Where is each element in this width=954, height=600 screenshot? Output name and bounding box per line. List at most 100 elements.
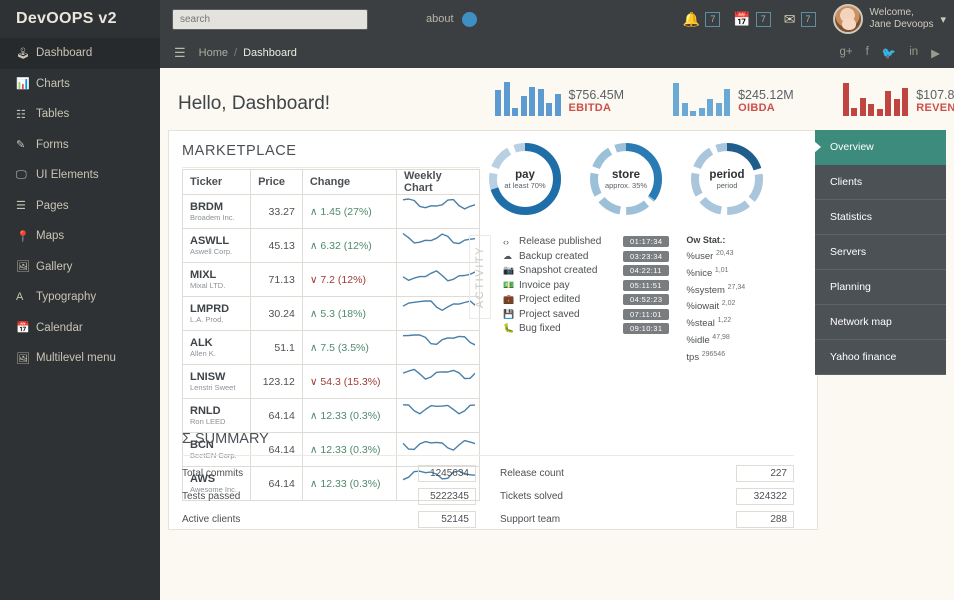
right-nav-label: Clients — [830, 176, 862, 188]
ticker-symbol: RNLD — [190, 405, 243, 417]
marketplace-divider — [182, 167, 480, 168]
table-row[interactable]: LMPRD L.A. Prod. 30.24 ∧ 5.3 (18%) — [183, 297, 480, 331]
sidebar-item-calendar[interactable]: 📅 Calendar — [0, 313, 160, 344]
right-nav-label: Overview — [830, 141, 874, 153]
sidebar-item-charts[interactable]: 📊 Charts — [0, 69, 160, 100]
user-greeting-block: Welcome, Jane Devoops — [870, 7, 934, 31]
table-row[interactable]: ASWLL Aswell Corp. 45.13 ∧ 6.32 (12%) — [183, 229, 480, 263]
change-value: 7.5 (3.5%) — [320, 342, 368, 354]
sidebar-item-typography[interactable]: A Typography — [0, 282, 160, 313]
search-input[interactable] — [172, 9, 368, 30]
table-row[interactable]: RNLD Ron LEED 64.14 ∧ 12.33 (0.3%) — [183, 399, 480, 433]
right-nav-item-planning[interactable]: Planning — [815, 270, 946, 305]
ticker-company: Mixal LTD. — [190, 281, 243, 290]
breadcrumb-home[interactable]: Home — [199, 47, 228, 59]
hamburger-icon[interactable]: ☰ — [174, 45, 186, 61]
about-container[interactable]: about — [426, 12, 477, 27]
app-logo[interactable]: DevOOPS v2 — [0, 0, 160, 38]
weekly-sparkline — [401, 365, 475, 395]
down-arrow-icon: ∨ — [310, 376, 318, 388]
right-nav-item-overview[interactable]: Overview — [815, 130, 946, 165]
stat-widget-ebitda[interactable]: $756.45M EBITDA — [495, 80, 624, 116]
summary-cell: Active clients 52145 — [182, 511, 476, 528]
activity-tag: ACTIVITY — [469, 235, 491, 319]
linkedin-icon[interactable]: in — [909, 46, 918, 60]
table-row[interactable]: BRDM Broadem Inc. 33.27 ∧ 1.45 (27%) — [183, 195, 480, 229]
activity-item[interactable]: 💵 Invoice pay 05:11:51 — [503, 279, 669, 293]
gauge-pay[interactable]: pay at least 70% — [487, 141, 563, 217]
activity-item[interactable]: 💾 Project saved 07:11:01 — [503, 308, 669, 322]
chevron-down-icon[interactable]: ▾ — [940, 13, 946, 26]
sidebar-item-label: Tables — [36, 108, 69, 120]
stat-value: $756.45M — [569, 88, 625, 102]
cell-weekly-chart — [397, 365, 480, 399]
sidebar-item-multilevel-menu[interactable]: 🖼 Multilevel menu — [0, 343, 160, 374]
sidebar-item-tables[interactable]: ☷ Tables — [0, 99, 160, 130]
stat-widget-revenue[interactable]: $107.83M REVENUE — [843, 80, 954, 116]
weekly-sparkline — [401, 229, 475, 259]
right-nav-item-network-map[interactable]: Network map — [815, 305, 946, 340]
sidebar-item-gallery[interactable]: 🖼 Gallery — [0, 252, 160, 283]
column-header[interactable]: Change — [302, 170, 396, 195]
activity-timestamp: 05:11:51 — [623, 280, 669, 291]
ticker-symbol: MIXL — [190, 269, 243, 281]
ow-stat-value: 296546 — [702, 351, 725, 358]
summary-label: Tests passed — [182, 491, 240, 502]
gauge-period[interactable]: period period — [689, 141, 765, 217]
ow-stat-value: 27,34 — [728, 284, 746, 291]
column-header[interactable]: Weekly Chart — [397, 170, 480, 195]
change-value: 54.3 (15.3%) — [320, 376, 380, 388]
user-greeting: Welcome, — [870, 7, 934, 19]
right-nav-item-servers[interactable]: Servers — [815, 235, 946, 270]
right-nav-item-yahoo-finance[interactable]: Yahoo finance — [815, 340, 946, 375]
sidebar-item-dashboard[interactable]: 🕹 Dashboard — [0, 38, 160, 69]
top-bar: DevOOPS v2 about 🔔 7 📅 7 ✉ 7 Welcome, Ja… — [0, 0, 954, 38]
summary-label: Support team — [500, 514, 560, 525]
user-menu[interactable]: Welcome, Jane Devoops ▾ — [833, 4, 946, 34]
cell-weekly-chart — [397, 297, 480, 331]
right-nav-item-statistics[interactable]: Statistics — [815, 200, 946, 235]
column-header[interactable]: Ticker — [183, 170, 251, 195]
camera-icon: 📷 — [503, 265, 519, 276]
column-header[interactable]: Price — [251, 170, 303, 195]
stat-widget-oibda[interactable]: $245.12M OIBDA — [673, 80, 794, 116]
cell-price: 33.27 — [251, 195, 303, 229]
activity-item[interactable]: ‹› Release published 01:17:34 — [503, 235, 669, 249]
summary-divider — [182, 455, 794, 456]
down-arrow-icon: ∨ — [310, 274, 318, 286]
activity-item[interactable]: ☁ Backup created 03:23:34 — [503, 250, 669, 264]
cell-ticker: LMPRD L.A. Prod. — [183, 297, 251, 331]
about-link[interactable]: about — [426, 13, 454, 25]
activity-label: Project saved — [519, 309, 623, 320]
sidebar-item-ui-elements[interactable]: 🖵 UI Elements — [0, 160, 160, 191]
sidebar-item-pages[interactable]: ☰ Pages — [0, 191, 160, 222]
ow-stat-rows: %user 20,43 %nice 1,01 %system 27,34 %io… — [686, 247, 745, 364]
table-row[interactable]: MIXL Mixal LTD. 71.13 ∨ 7.2 (12%) — [183, 263, 480, 297]
activity-item[interactable]: 🐛 Bug fixed 09:10:31 — [503, 322, 669, 336]
table-row[interactable]: LNISW Lenstri Sweet 123.12 ∨ 54.3 (15.3%… — [183, 365, 480, 399]
youtube-icon[interactable]: ▶ — [931, 46, 940, 60]
cell-change: ∨ 7.2 (12%) — [302, 263, 396, 297]
google-plus-icon[interactable]: g+ — [840, 46, 853, 60]
gauge-store[interactable]: store approx. 35% — [588, 141, 664, 217]
sidebar-icon-5: ☰ — [16, 199, 36, 212]
twitter-icon[interactable]: 🐦 — [882, 46, 896, 60]
activity-item[interactable]: 📷 Snapshot created 04:22:11 — [503, 264, 669, 278]
sidebar-item-forms[interactable]: ✎ Forms — [0, 130, 160, 161]
activity-label: Release published — [519, 236, 623, 247]
sidebar-item-label: Forms — [36, 139, 69, 151]
notifications-button[interactable]: 🔔 7 — [683, 12, 720, 27]
marketplace-table: TickerPriceChangeWeekly Chart BRDM Broad… — [182, 169, 480, 501]
calendar-button[interactable]: 📅 7 — [733, 12, 770, 27]
change-value: 6.32 (12%) — [320, 240, 371, 252]
up-arrow-icon: ∧ — [310, 444, 318, 456]
messages-button[interactable]: ✉ 7 — [784, 12, 816, 27]
activity-timestamp: 01:17:34 — [623, 236, 669, 247]
table-row[interactable]: ALK Allen K. 51.1 ∧ 7.5 (3.5%) — [183, 331, 480, 365]
facebook-icon[interactable]: f — [866, 46, 869, 60]
right-nav-item-clients[interactable]: Clients — [815, 165, 946, 200]
sidebar-item-maps[interactable]: 📍 Maps — [0, 221, 160, 252]
activity-label: Backup created — [519, 251, 623, 262]
cell-weekly-chart — [397, 399, 480, 433]
activity-item[interactable]: 💼 Project edited 04:52:23 — [503, 293, 669, 307]
